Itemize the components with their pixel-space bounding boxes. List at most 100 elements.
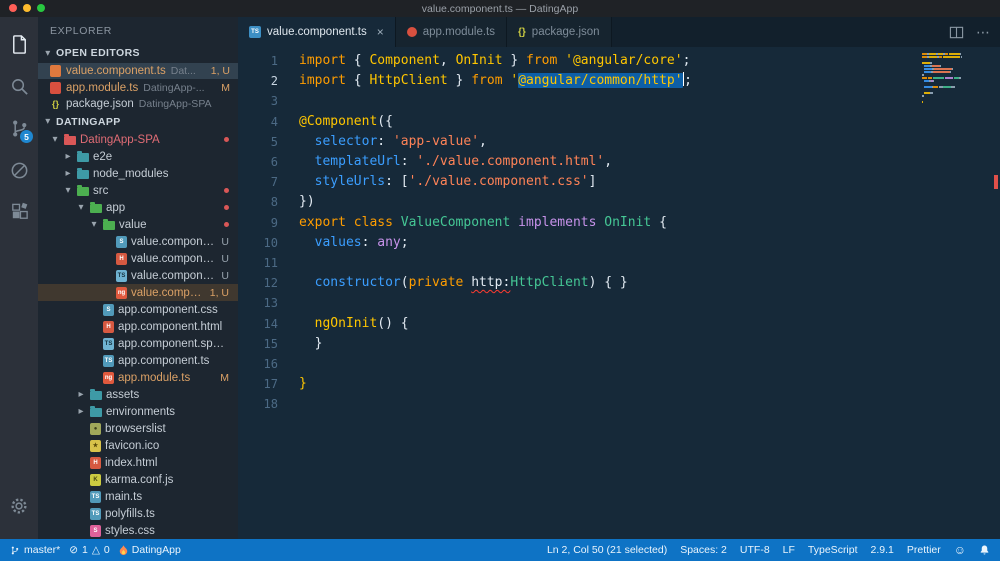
indentation-setting[interactable]: Spaces: 2: [680, 544, 727, 556]
code-line-7[interactable]: 7 styleUrls: ['./value.component.css']: [238, 172, 1000, 192]
tree-folder-assets[interactable]: ▸ assets: [38, 386, 238, 403]
chevron-right-icon[interactable]: ▸: [76, 406, 86, 417]
tree-file-value-component[interactable]: Svalue.component.... U: [38, 233, 238, 250]
source-control-icon[interactable]: 5: [0, 107, 38, 149]
formatter-indicator[interactable]: Prettier: [907, 544, 941, 556]
code-line-10[interactable]: 10 values: any;: [238, 233, 1000, 253]
tree-file-index-html[interactable]: Hindex.html: [38, 454, 238, 471]
tree-folder-src[interactable]: ▾ src: [38, 182, 238, 199]
problems-indicator[interactable]: ⊘ 1 △ 0: [69, 544, 110, 556]
feedback-smiley-icon[interactable]: ☺: [954, 543, 966, 557]
code-line-4[interactable]: 4 @Component({: [238, 112, 1000, 132]
tree-file-value-component[interactable]: Hvalue.component.... U: [38, 250, 238, 267]
split-editor-icon[interactable]: [949, 25, 964, 40]
code-line-2[interactable]: 2 import { HttpClient } from '@angular/co…: [238, 71, 1000, 91]
tree-file-polyfills-ts[interactable]: TS polyfills.ts: [38, 505, 238, 522]
open-editor-value-component-ts[interactable]: value.component.ts Dat... 1, U: [38, 62, 238, 80]
tree-folder-e2e[interactable]: ▸ e2e: [38, 148, 238, 165]
chevron-right-icon[interactable]: ▸: [63, 168, 73, 179]
explorer-icon[interactable]: [0, 23, 38, 65]
code-line-14[interactable]: 14 ngOnInit() {: [238, 314, 1000, 334]
code-line-9[interactable]: 9 export class ValueComponent implements …: [238, 213, 1000, 233]
eol-setting[interactable]: LF: [783, 544, 795, 556]
folder-icon: [64, 133, 76, 145]
code-line-3[interactable]: 3: [238, 91, 1000, 111]
chevron-right-icon[interactable]: ▸: [63, 151, 73, 162]
debug-icon[interactable]: [0, 149, 38, 191]
close-icon[interactable]: ×: [377, 25, 384, 39]
tree-file-favicon-ico[interactable]: ★ favicon.ico: [38, 437, 238, 454]
close-window-icon[interactable]: [9, 4, 17, 12]
open-editors-header[interactable]: ▾ OPEN EDITORS: [38, 44, 238, 63]
minimize-window-icon[interactable]: [23, 4, 31, 12]
tab-app-module-ts[interactable]: app.module.ts: [395, 17, 507, 47]
chevron-down-icon[interactable]: ▾: [63, 185, 73, 196]
project-indicator[interactable]: DatingApp: [119, 544, 181, 556]
activity-bar: 5: [0, 17, 38, 539]
tree-folder-environments[interactable]: ▸ environments: [38, 403, 238, 420]
minimap-token: [929, 53, 936, 55]
tree-file-app-component-html[interactable]: Happ.component.html: [38, 318, 238, 335]
search-icon[interactable]: [0, 65, 38, 107]
code-line-8[interactable]: 8}): [238, 192, 1000, 212]
minimap[interactable]: [922, 53, 984, 107]
tree-folder-value[interactable]: ▾ value: [38, 216, 238, 233]
file-icon: ●: [90, 422, 101, 435]
notifications-bell-icon[interactable]: [979, 544, 990, 556]
folder-icon: [77, 167, 89, 179]
language-mode[interactable]: TypeScript: [808, 544, 858, 556]
tree-file-karma-conf-js[interactable]: Kkarma.conf.js: [38, 471, 238, 488]
tree-folder-datingapp-spa[interactable]: ▾ DatingApp-SPA: [38, 131, 238, 148]
code-line-12[interactable]: 12 constructor(private http:HttpClient) …: [238, 273, 1000, 293]
tree-file-value-component[interactable]: TS value.component.... U: [38, 267, 238, 284]
code-token: ,: [439, 53, 456, 68]
tree-file-browserslist[interactable]: ● browserslist: [38, 420, 238, 437]
chevron-down-icon[interactable]: ▾: [76, 202, 86, 213]
typescript-version[interactable]: 2.9.1: [871, 544, 894, 556]
git-branch-indicator[interactable]: master*: [10, 544, 60, 556]
overview-ruler-error-mark: [994, 175, 998, 189]
code-line-15[interactable]: 15 }: [238, 334, 1000, 354]
settings-gear-icon[interactable]: [0, 485, 38, 527]
cursor-position[interactable]: Ln 2, Col 50 (21 selected): [547, 544, 667, 556]
code-line-18[interactable]: 18: [238, 394, 1000, 414]
open-editor-package-json[interactable]: {} package.json DatingApp-SPA: [38, 96, 238, 113]
code-line-6[interactable]: 6 templateUrl: './value.component.html',: [238, 152, 1000, 172]
maximize-window-icon[interactable]: [37, 4, 45, 12]
code-text: constructor(private http:HttpClient) { }: [299, 273, 628, 293]
file-icon: K: [90, 473, 101, 486]
window-controls: [9, 4, 45, 12]
tree-folder-node-modules[interactable]: ▸ node_modules: [38, 165, 238, 182]
more-actions-icon[interactable]: ⋯: [976, 24, 990, 41]
code-line-13[interactable]: 13: [238, 293, 1000, 313]
open-editor-app-module-ts[interactable]: app.module.ts DatingApp-... M: [38, 79, 238, 96]
tree-file-styles-css[interactable]: Sstyles.css: [38, 522, 238, 539]
code-line-17[interactable]: 17}: [238, 374, 1000, 394]
code-editor[interactable]: 1 import { Component, OnInit } from '@ang…: [238, 47, 1000, 539]
chevron-down-icon[interactable]: ▾: [50, 134, 60, 145]
chevron-right-icon[interactable]: ▸: [76, 389, 86, 400]
code-token: ) { }: [588, 275, 628, 291]
open-editors-label: OPEN EDITORS: [56, 47, 140, 60]
tree-file-app-module-ts[interactable]: ng app.module.ts M: [38, 369, 238, 386]
chevron-down-icon[interactable]: ▾: [89, 219, 99, 230]
folder-section-header[interactable]: ▾ DATINGAPP: [38, 112, 238, 131]
tab-value-component-ts[interactable]: TS value.component.ts ×: [238, 17, 396, 47]
code-line-11[interactable]: 11: [238, 253, 1000, 273]
code-line-16[interactable]: 16: [238, 354, 1000, 374]
extensions-icon[interactable]: [0, 191, 38, 233]
tree-file-app-component-spec-ts[interactable]: TS app.component.spec.ts: [38, 335, 238, 352]
tree-file-value-componen[interactable]: ng value.componen...1, U: [38, 284, 238, 302]
line-number: 1: [270, 54, 278, 68]
code-line-5[interactable]: 5 selector: 'app-value',: [238, 132, 1000, 152]
minimap-line: [922, 92, 984, 94]
code-line-1[interactable]: 1 import { Component, OnInit } from '@ang…: [238, 51, 1000, 71]
tree-file-app-component-css[interactable]: Sapp.component.css: [38, 301, 238, 318]
tree-folder-app[interactable]: ▾ app: [38, 199, 238, 216]
tree-file-main-ts[interactable]: TS main.ts: [38, 488, 238, 505]
minimap-token: [944, 56, 960, 58]
tree-file-app-component-ts[interactable]: TS app.component.ts: [38, 352, 238, 369]
encoding-setting[interactable]: UTF-8: [740, 544, 770, 556]
tab-package-json[interactable]: {} package.json: [507, 17, 612, 47]
